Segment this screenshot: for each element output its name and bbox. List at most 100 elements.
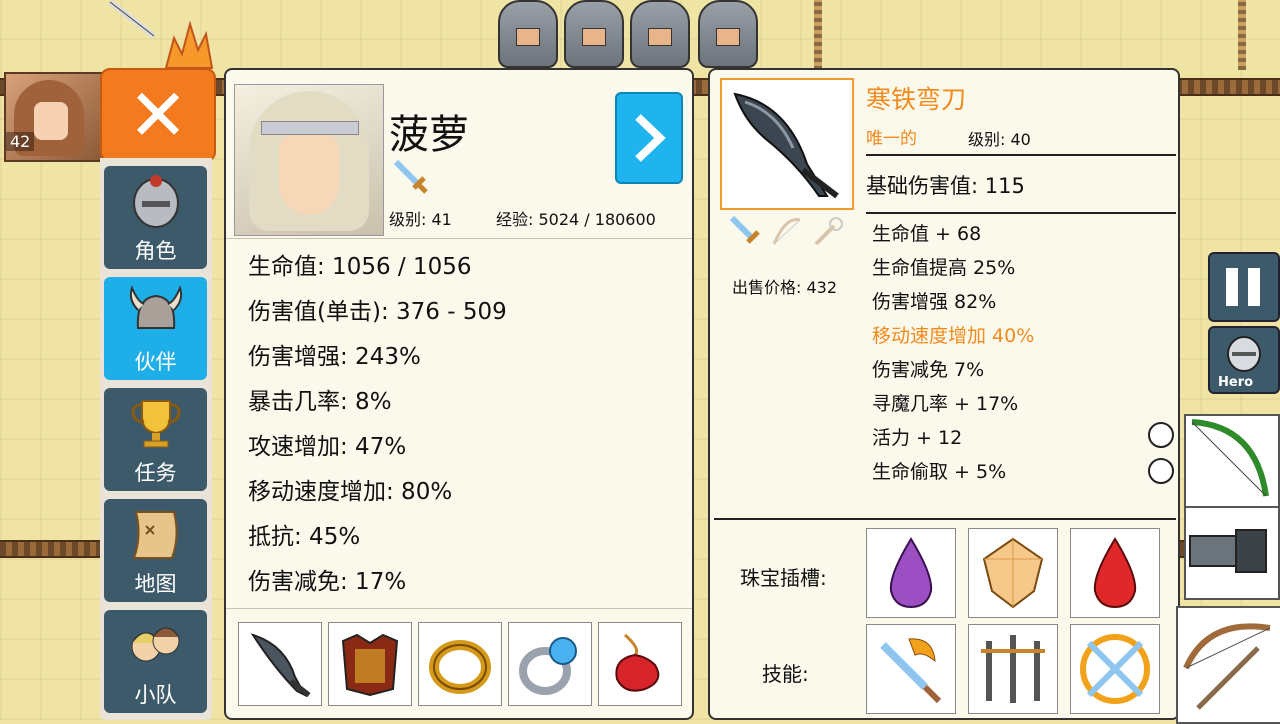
item-name: 寒铁弯刀	[866, 85, 967, 114]
tab-label: 小队	[134, 683, 177, 707]
affix-line: 活力 + 12	[872, 427, 963, 449]
enemy-knight-sprite	[564, 0, 624, 68]
skill-slot[interactable]	[968, 624, 1058, 714]
pause-icon	[1226, 268, 1238, 306]
equip-slot-amulet[interactable]	[598, 622, 682, 706]
enemy-knight-sprite	[698, 0, 758, 68]
affix-line: 生命偷取 + 5%	[872, 461, 1007, 483]
fence-left	[0, 540, 110, 558]
close-button[interactable]: ✕	[100, 68, 216, 162]
gold-ring-icon	[429, 640, 491, 694]
crossbow-icon	[1183, 623, 1271, 710]
crossed-blades-skill-icon	[1080, 634, 1150, 704]
bow-class-icon	[772, 218, 801, 245]
scythe-blade-icon	[250, 633, 311, 698]
pause-icon-bar	[1248, 268, 1260, 306]
hero-label: Hero	[1218, 375, 1254, 390]
chevron-right-icon	[635, 114, 666, 162]
hero-button[interactable]: Hero	[1208, 326, 1280, 394]
stat-crit-chance: 暴击几率: 8%	[248, 389, 392, 415]
menu-nav-strip: 角色 伙伴 任务 地图 小队	[100, 158, 212, 720]
party-icon	[126, 615, 186, 675]
sword-class-icon	[393, 159, 428, 194]
affix-line-highlighted: 移动速度增加 40%	[872, 325, 1035, 347]
tab-party[interactable]: 小队	[104, 610, 207, 713]
tab-map[interactable]: 地图	[104, 499, 207, 602]
character-exp: 经验: 5024 / 180600	[496, 210, 656, 229]
close-icon: ✕	[127, 73, 189, 157]
tab-label: 地图	[134, 572, 177, 596]
knight-helmet-icon	[1227, 336, 1261, 372]
enemy-knight-sprite	[630, 0, 690, 68]
tab-label: 角色	[134, 239, 177, 263]
reroll-icon[interactable]	[1148, 458, 1174, 484]
gauntlet-icon	[1189, 529, 1267, 573]
fire-sprite	[164, 20, 214, 69]
pause-button[interactable]	[1208, 252, 1280, 322]
affix-line: 寻魔几率 + 17%	[872, 393, 1019, 415]
triple-sword-skill-icon	[981, 635, 1045, 703]
gem-slot[interactable]	[866, 528, 956, 618]
red-amulet-icon	[615, 633, 660, 692]
stat-attack-speed: 攻速增加: 47%	[248, 434, 407, 460]
stat-damage: 伤害值(单击): 376 - 509	[248, 299, 507, 325]
enemy-knight-sprite	[498, 0, 558, 68]
equip-slot-weapon[interactable]	[238, 622, 322, 706]
bow-weapon-tile[interactable]	[1184, 414, 1280, 508]
divider	[226, 238, 692, 239]
reroll-icon[interactable]	[1148, 422, 1174, 448]
tab-character[interactable]: 角色	[104, 166, 207, 269]
stat-hp: 生命值: 1056 / 1056	[248, 254, 472, 280]
character-panel: 菠萝 级别: 41 经验: 5024 / 180600 生命值: 1056 / …	[224, 68, 694, 720]
item-affix-list: 生命值 + 68 生命值提高 25% 伤害增强 82% 移动速度增加 40% 伤…	[872, 220, 1034, 492]
sapphire-ring-icon	[519, 637, 577, 695]
divider	[866, 154, 1176, 156]
item-level: 级别: 40	[968, 130, 1031, 149]
affix-line: 生命值提高 25%	[872, 257, 1016, 279]
divider	[866, 212, 1176, 214]
affix-line: 伤害减免 7%	[872, 359, 985, 381]
skills-label: 技能:	[762, 662, 809, 686]
chest-armor-icon	[341, 633, 399, 697]
item-rarity: 唯一的	[866, 129, 917, 149]
map-scroll-icon	[126, 504, 186, 564]
flame-sword-skill-icon	[880, 638, 942, 704]
equip-slot-ring-2[interactable]	[508, 622, 592, 706]
character-level: 级别: 41	[389, 210, 452, 229]
green-bow-icon	[1191, 419, 1269, 497]
trophy-icon	[126, 393, 186, 453]
stat-resistance: 抵抗: 45%	[248, 524, 361, 550]
item-base-damage: 基础伤害值: 115	[866, 174, 1025, 198]
divider	[226, 608, 692, 609]
gem-slot[interactable]	[968, 528, 1058, 618]
stat-damage-boost: 伤害增强: 243%	[248, 344, 421, 370]
item-class-icons	[728, 214, 844, 250]
stat-damage-reduction: 伤害减免: 17%	[248, 569, 407, 595]
tab-companion[interactable]: 伙伴	[104, 277, 207, 380]
item-image-frame	[720, 78, 854, 210]
item-detail-panel: 寒铁弯刀 唯一的 级别: 40 基础伤害值: 115 出售价格: 432 生命值…	[708, 68, 1180, 720]
sell-price: 出售价格: 432	[732, 278, 838, 297]
tab-label: 任务	[134, 461, 177, 485]
tab-label: 伙伴	[134, 350, 177, 374]
gem-slot[interactable]	[1070, 528, 1160, 618]
crossbow-weapon-tile[interactable]	[1176, 606, 1280, 724]
skill-slot[interactable]	[1070, 624, 1160, 714]
sword-class-icon	[729, 215, 760, 244]
stat-move-speed: 移动速度增加: 80%	[248, 479, 453, 505]
skill-slot[interactable]	[866, 624, 956, 714]
tab-quests[interactable]: 任务	[104, 388, 207, 491]
rope-decoration	[1238, 0, 1246, 70]
affix-line: 生命值 + 68	[872, 223, 982, 245]
divider	[714, 518, 1176, 520]
gauntlet-weapon-tile[interactable]	[1184, 506, 1280, 600]
next-character-button[interactable]	[615, 92, 683, 184]
equipment-row	[238, 622, 682, 706]
equip-slot-armor[interactable]	[328, 622, 412, 706]
rope-decoration	[814, 0, 822, 70]
equip-slot-ring-1[interactable]	[418, 622, 502, 706]
topaz-gem-icon	[982, 537, 1044, 609]
affix-line: 伤害增强 82%	[872, 291, 997, 313]
stats-list: 生命值: 1056 / 1056 伤害值(单击): 376 - 509 伤害增强…	[248, 250, 507, 610]
horned-helmet-icon	[126, 282, 186, 342]
